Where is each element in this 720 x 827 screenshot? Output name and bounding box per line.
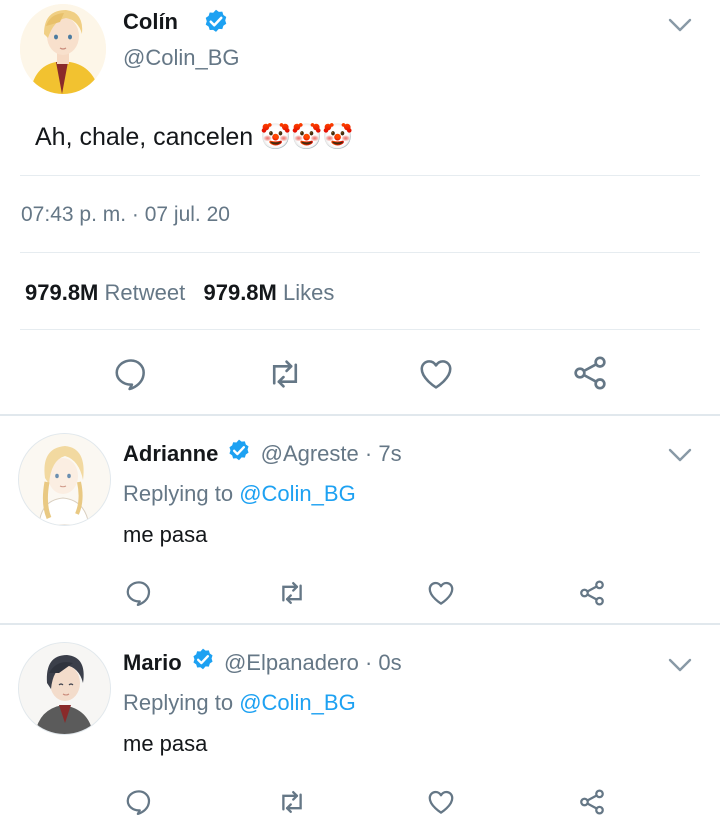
replying-to: Replying to @Colin_BG <box>123 688 356 718</box>
share-icon[interactable] <box>577 578 607 608</box>
divider <box>20 252 700 253</box>
reply-time: · 0s <box>364 649 402 675</box>
section-divider <box>0 414 720 416</box>
verified-badge-icon <box>226 438 252 472</box>
display-name[interactable]: Mario <box>123 650 182 675</box>
reply-text: me pasa <box>123 731 208 756</box>
reply-text: me pasa <box>123 522 208 547</box>
likes-count[interactable]: 979.8M <box>203 280 276 305</box>
replying-to: Replying to @Colin_BG <box>123 479 356 509</box>
retweets-label[interactable]: Retweet <box>105 280 186 305</box>
reply-icon[interactable] <box>124 787 154 817</box>
replying-to-handle[interactable]: @Colin_BG <box>239 690 356 715</box>
share-icon[interactable] <box>577 787 607 817</box>
avatar[interactable] <box>20 4 106 94</box>
replying-to-handle[interactable]: @Colin_BG <box>239 481 356 506</box>
avatar[interactable] <box>18 433 111 526</box>
verified-badge-icon <box>190 647 216 681</box>
reply-header: Adrianne @Agreste · 7s <box>123 438 402 472</box>
replying-to-label: Replying to <box>123 481 234 506</box>
avatar[interactable] <box>18 642 111 735</box>
heart-icon[interactable] <box>426 787 456 817</box>
handle[interactable]: @Elpanadero <box>224 650 359 675</box>
likes-label[interactable]: Likes <box>283 280 334 305</box>
tweet-timestamp: 07:43 p. m. · 07 jul. 20 <box>21 203 230 226</box>
reply-time: · 7s <box>364 440 402 466</box>
chevron-down-icon[interactable] <box>666 444 694 466</box>
tweet-text-row: Ah, chale, cancelen 🤡🤡🤡 <box>35 120 354 154</box>
chevron-down-icon[interactable] <box>666 14 694 36</box>
heart-icon[interactable] <box>416 355 456 393</box>
section-divider <box>0 623 720 625</box>
divider <box>20 175 700 176</box>
handle[interactable]: @Colin_BG <box>123 44 240 72</box>
reply-icon[interactable] <box>112 355 150 393</box>
handle[interactable]: @Agreste <box>261 441 359 466</box>
retweet-icon[interactable] <box>276 578 308 608</box>
display-name[interactable]: Colín <box>123 8 178 36</box>
engagement-stats: 979.8M Retweet 979.8M Likes <box>25 279 334 307</box>
retweets-count[interactable]: 979.8M <box>25 280 98 305</box>
display-name[interactable]: Adrianne <box>123 441 218 466</box>
chevron-down-icon[interactable] <box>666 654 694 676</box>
heart-icon[interactable] <box>426 578 456 608</box>
divider <box>20 329 700 330</box>
replying-to-label: Replying to <box>123 690 234 715</box>
clown-emoji: 🤡🤡🤡 <box>260 123 354 151</box>
tweet-text: Ah, chale, cancelen <box>35 123 254 151</box>
verified-badge-icon <box>202 8 230 41</box>
retweet-icon[interactable] <box>276 787 308 817</box>
retweet-icon[interactable] <box>265 355 305 393</box>
share-icon[interactable] <box>570 353 610 393</box>
reply-header: Mario @Elpanadero · 0s <box>123 647 402 681</box>
reply-icon[interactable] <box>124 578 154 608</box>
